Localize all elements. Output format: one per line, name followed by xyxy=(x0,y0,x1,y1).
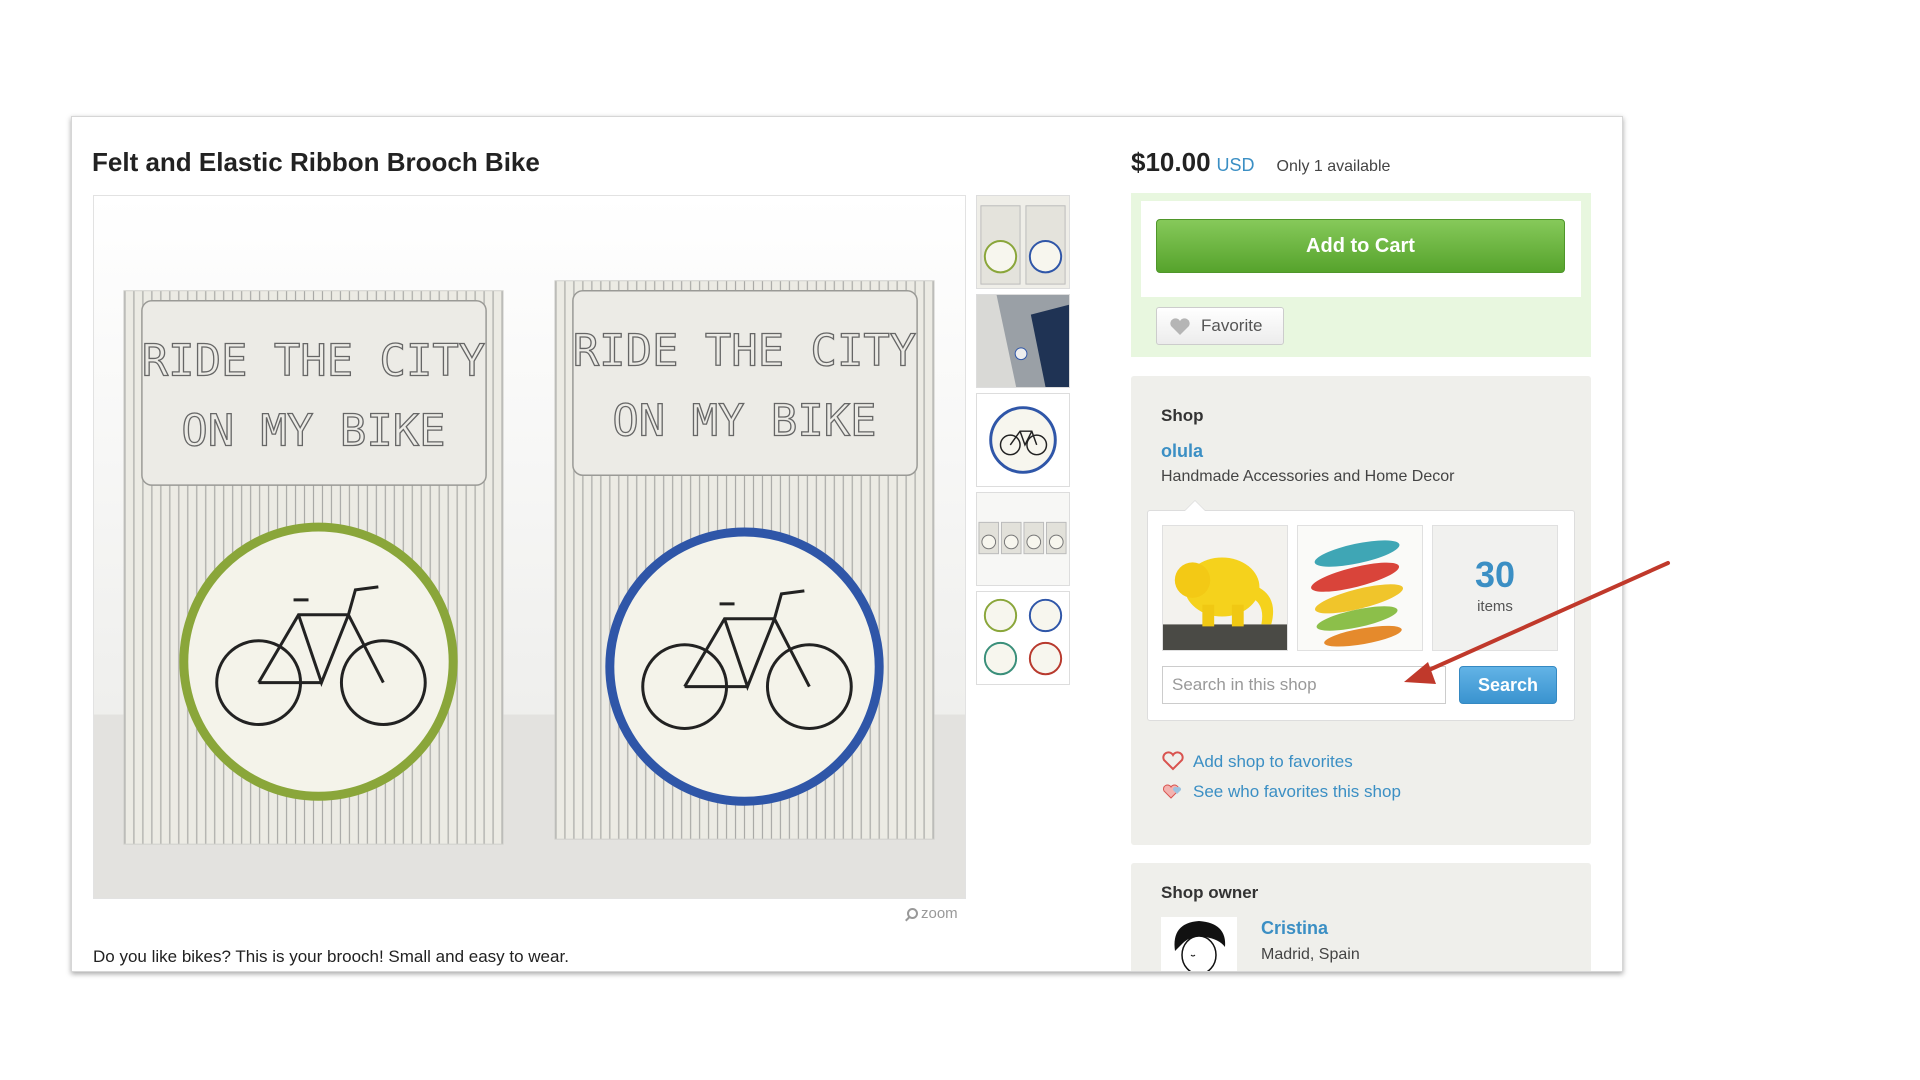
card-text-line2-right: ON MY BIKE xyxy=(612,395,876,446)
hearts-icon xyxy=(1163,784,1182,799)
zoom-label: zoom xyxy=(921,905,958,922)
listing-description: Do you like bikes? This is your brooch! … xyxy=(93,947,569,966)
price: $10.00 xyxy=(1131,147,1211,177)
shop-owner-box: Shop owner Cristina Madrid, Spain xyxy=(1131,863,1591,971)
shop-search-input[interactable] xyxy=(1162,666,1446,704)
thumbnail-4[interactable] xyxy=(976,492,1070,586)
card-text-line1-right: RIDE THE CITY xyxy=(573,326,917,377)
listing-title: Felt and Elastic Ribbon Brooch Bike xyxy=(92,147,540,177)
shop-owner-heading: Shop owner xyxy=(1161,883,1259,902)
shop-item-thumbnail-elephant[interactable] xyxy=(1162,525,1288,651)
listing-window: Felt and Elastic Ribbon Brooch Bike RIDE… xyxy=(71,116,1623,972)
currency-link[interactable]: USD xyxy=(1217,155,1255,175)
availability-text: Only 1 available xyxy=(1276,158,1391,175)
thumbnail-1[interactable] xyxy=(976,195,1070,289)
heart-icon xyxy=(1170,318,1190,335)
price-row: $10.00 USD Only 1 available xyxy=(1131,147,1390,178)
thumbnail-2[interactable] xyxy=(976,294,1070,388)
buy-box: Add to Cart Favorite xyxy=(1131,193,1591,357)
card-text-line1-left: RIDE THE CITY xyxy=(142,335,486,386)
add-to-cart-button[interactable]: Add to Cart xyxy=(1156,219,1565,273)
brooch-cards-photo: RIDE THE CITY ON MY BIKE RIDE THE CITY O… xyxy=(94,196,965,898)
shop-preview-panel: 30 items Search xyxy=(1147,500,1575,721)
main-product-image[interactable]: RIDE THE CITY ON MY BIKE RIDE THE CITY O… xyxy=(93,195,966,899)
shop-search-button[interactable]: Search xyxy=(1459,666,1557,704)
shop-tagline: Handmade Accessories and Home Decor xyxy=(1161,468,1455,485)
owner-name-link[interactable]: Cristina xyxy=(1261,918,1328,939)
heart-outline-icon xyxy=(1162,751,1184,771)
favorite-label: Favorite xyxy=(1201,316,1263,335)
card-text-line2-left: ON MY BIKE xyxy=(181,405,445,456)
shop-items-count[interactable]: 30 items xyxy=(1432,525,1558,651)
thumbnail-3[interactable] xyxy=(976,393,1070,487)
thumbnail-strip xyxy=(976,195,1070,690)
owner-avatar[interactable] xyxy=(1161,917,1237,971)
shop-item-thumbnail-fish[interactable] xyxy=(1297,525,1423,651)
items-number: 30 xyxy=(1474,554,1516,595)
shop-heading: Shop xyxy=(1161,406,1204,425)
shop-name-link[interactable]: olula xyxy=(1161,441,1203,462)
add-shop-favorites-link[interactable]: Add shop to favorites xyxy=(1161,751,1353,772)
owner-location: Madrid, Spain xyxy=(1261,946,1360,963)
see-shop-favorites-label: See who favorites this shop xyxy=(1193,782,1401,801)
items-label: items xyxy=(1477,598,1513,615)
see-shop-favorites-link[interactable]: See who favorites this shop xyxy=(1161,781,1401,802)
shop-box: Shop olula Handmade Accessories and Home… xyxy=(1131,376,1591,845)
favorite-button[interactable]: Favorite xyxy=(1156,307,1284,345)
zoom-link[interactable]: zoom xyxy=(907,905,958,922)
thumbnail-5[interactable] xyxy=(976,591,1070,685)
magnifier-icon xyxy=(907,908,918,919)
buy-inner: Add to Cart xyxy=(1141,201,1581,297)
add-shop-favorites-label: Add shop to favorites xyxy=(1193,752,1353,771)
